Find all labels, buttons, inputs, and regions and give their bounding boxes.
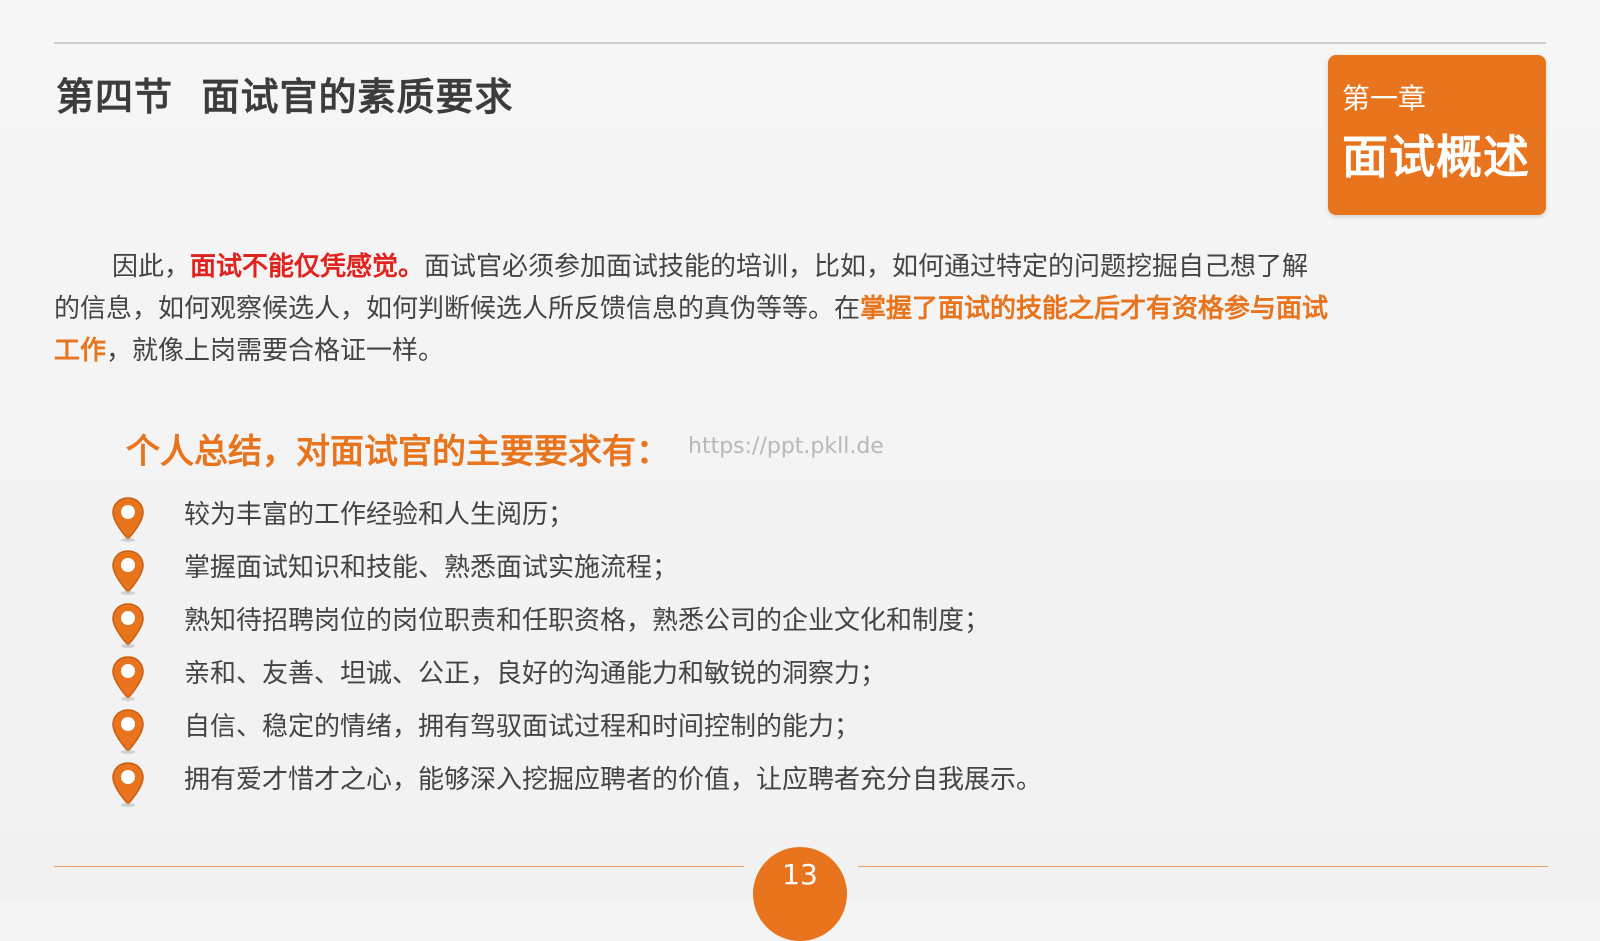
- watermark-text: https://ppt.pkll.de: [688, 434, 884, 459]
- para-highlight-red: 面试不能仅凭感觉。: [190, 252, 425, 282]
- list-item: 自信、稳定的情绪，拥有驾驭面试过程和时间控制的能力；: [110, 709, 1042, 763]
- list-item: 拥有爱才惜才之心，能够深入挖掘应聘者的价值，让应聘者充分自我展示。: [110, 762, 1043, 816]
- footer-divider-right: [858, 866, 1548, 867]
- slide: 第四节 面试官的素质要求 第一章 面试概述 因此，面试不能仅凭感觉。面试官必须参…: [0, 0, 1600, 941]
- location-pin-icon: [112, 656, 144, 701]
- requirement-text: 熟知待招聘岗位的岗位职责和任职资格，熟悉公司的企业文化和制度；: [184, 606, 991, 636]
- list-item: 亲和、友善、坦诚、公正，良好的沟通能力和敏锐的洞察力；: [110, 656, 1042, 710]
- footer-divider-left: [54, 866, 744, 867]
- requirement-text: 亲和、友善、坦诚、公正，良好的沟通能力和敏锐的洞察力；: [184, 659, 887, 689]
- summary-heading: 个人总结，对面试官的主要要求有：: [126, 432, 670, 472]
- requirements-list: 较为丰富的工作经验和人生阅历； 掌握面试知识和技能、熟悉面试实施流程； 熟知待招…: [110, 497, 1043, 816]
- requirement-text: 拥有爱才惜才之心，能够深入挖掘应聘者的价值，让应聘者充分自我展示。: [184, 765, 1043, 795]
- chapter-badge: 第一章 面试概述: [1328, 55, 1546, 215]
- location-pin-icon: [112, 709, 144, 754]
- location-pin-icon: [112, 762, 144, 807]
- chapter-number: 第一章: [1342, 82, 1427, 115]
- page-number: 13: [782, 858, 818, 891]
- location-pin-icon: [112, 550, 144, 595]
- section-title: 第四节 面试官的素质要求: [56, 75, 514, 119]
- list-item: 较为丰富的工作经验和人生阅历；: [110, 497, 1042, 551]
- location-pin-icon: [112, 497, 144, 542]
- requirement-text: 较为丰富的工作经验和人生阅历；: [184, 500, 575, 530]
- top-divider: [54, 42, 1546, 44]
- list-item: 掌握面试知识和技能、熟悉面试实施流程；: [110, 550, 1042, 604]
- requirement-text: 掌握面试知识和技能、熟悉面试实施流程；: [184, 553, 679, 583]
- para-text-1: 因此，: [112, 252, 191, 282]
- para-text-3: ，就像上岗需要合格证一样。: [106, 336, 445, 366]
- location-pin-icon: [112, 603, 144, 648]
- list-item: 熟知待招聘岗位的岗位职责和任职资格，熟悉公司的企业文化和制度；: [110, 603, 1042, 657]
- requirement-text: 自信、稳定的情绪，拥有驾驭面试过程和时间控制的能力；: [184, 712, 861, 742]
- intro-paragraph: 因此，面试不能仅凭感觉。面试官必须参加面试技能的培训，比如，如何通过特定的问题挖…: [54, 246, 1334, 372]
- chapter-name: 面试概述: [1342, 130, 1530, 184]
